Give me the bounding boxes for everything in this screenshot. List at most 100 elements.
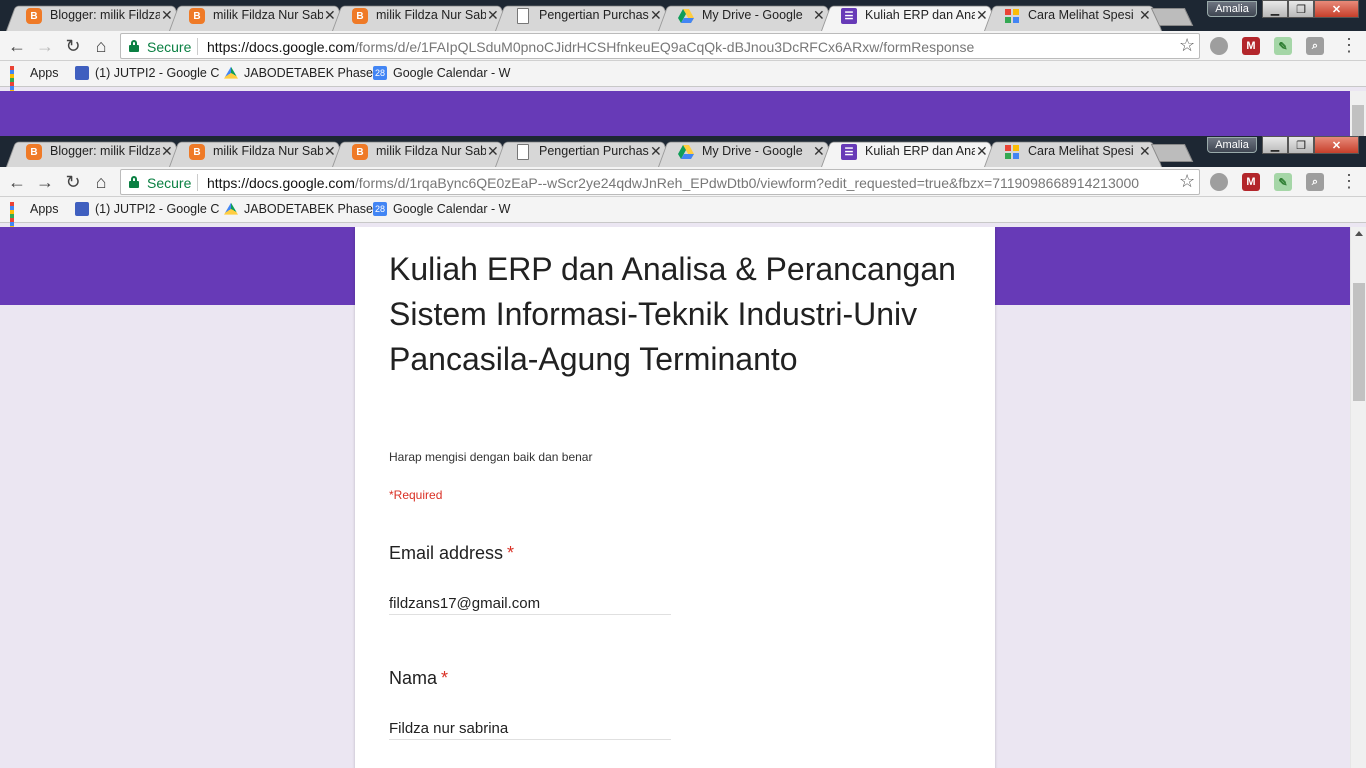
bookmark-jutpi[interactable]: (1) JUTPI2 - Google C [75,66,219,80]
tab-my-drive[interactable]: My Drive - Google ✕ [658,2,836,31]
forward-arrow-icon[interactable]: → [34,171,56,193]
url-path: /forms/d/1rqaBync6QE0zEaP--wScr2ye24qdwJ… [354,175,1140,191]
email-value: fildzans17@gmail.com [389,595,541,612]
window-close-button[interactable]: ✕ [1314,136,1359,154]
secure-label: Secure [147,175,192,191]
question-email-label: Email address * [389,543,514,564]
bookmark-jabodetabek[interactable]: JABODETABEK Phase [224,202,373,216]
nama-field[interactable]: Fildza nur sabrina [389,718,671,740]
home-icon[interactable]: ⌂ [90,35,112,57]
calendar-icon: 28 [373,202,387,216]
scrollbar-thumb[interactable] [1352,105,1364,136]
drive-icon [678,144,694,160]
tab-title: Pengertian Purchas [539,8,649,22]
tab-close-icon[interactable]: ✕ [1139,143,1151,159]
tab-milik-fildza[interactable]: Bmilik Fildza Nur Sab ✕ [169,2,347,31]
minimize-button[interactable]: ▁ [1262,136,1288,154]
bookmark-jabodetabek[interactable]: JABODETABEK Phase [224,66,373,80]
forward-arrow-icon[interactable]: → [34,35,56,57]
tab-kuliah-erp[interactable]: ☰ Kuliah ERP dan Ana ✕ [821,2,999,31]
tab-title: milik Fildza Nur Sab [376,8,486,22]
form-description: Harap mengisi dengan baik dan benar [389,450,593,464]
bookmark-apps[interactable]: Apps [10,66,59,102]
tab-title: Kuliah ERP dan Ana [865,144,975,158]
divider [197,174,198,191]
tab-title: Cara Melihat Spesi [1028,8,1134,22]
bookmark-label: JABODETABEK Phase [244,202,373,216]
new-tab-button[interactable] [1150,144,1194,162]
scrollbar[interactable] [1350,91,1366,136]
clip-extension-icon[interactable]: ✎ [1274,37,1292,55]
url-text[interactable]: https://docs.google.com/forms/d/e/1FAIpQ… [207,39,1167,55]
address-bar[interactable]: Secure https://docs.google.com/forms/d/e… [120,33,1200,59]
maximize-button[interactable]: ❐ [1288,0,1314,18]
tab-kuliah-erp[interactable]: ☰ Kuliah ERP dan Ana ✕ [821,138,999,167]
grid-icon [1004,8,1020,24]
minimize-button[interactable]: ▁ [1262,0,1288,18]
maximize-button[interactable]: ❐ [1288,136,1314,154]
blogger-icon: B [26,8,42,24]
scrollbar[interactable] [1350,227,1366,768]
profile-button[interactable]: Amalia [1207,1,1257,17]
scrollbar-thumb[interactable] [1353,283,1365,401]
tab-milik-fildza-2[interactable]: Bmilik Fildza Nur Sab ✕ [332,2,510,31]
reload-icon[interactable]: ↻ [62,35,84,57]
tab-close-icon[interactable]: ✕ [1139,7,1151,23]
jutpi-icon [75,66,89,80]
bookmark-calendar[interactable]: 28 Google Calendar - W [373,66,510,80]
secure-label: Secure [147,39,192,55]
tab-blogger[interactable]: B Blogger: milik Fildza ✕ [6,2,184,31]
mendeley-icon[interactable]: M [1242,173,1260,191]
window-close-button[interactable]: ✕ [1314,0,1359,18]
tab-pengertian[interactable]: Pengertian Purchas ✕ [495,2,673,31]
bookmark-apps[interactable]: Apps [10,202,59,238]
bookmark-label: Apps [30,66,59,80]
question-nama-label: Nama * [389,668,448,689]
new-tab-button[interactable] [1150,8,1194,26]
grid-icon [1004,144,1020,160]
blogger-icon: B [189,144,205,160]
bookmark-star-icon[interactable]: ☆ [1179,35,1195,56]
address-bar[interactable]: Secure https://docs.google.com/forms/d/1… [120,169,1200,195]
home-icon[interactable]: ⌂ [90,171,112,193]
required-note: *Required [389,488,443,502]
tab-milik-fildza-2[interactable]: Bmilik Fildza Nur Sab ✕ [332,138,510,167]
form-card: Kuliah ERP dan Analisa & Perancangan Sis… [355,227,995,768]
email-field[interactable]: fildzans17@gmail.com [389,593,671,615]
menu-icon[interactable]: ⋮ [1340,171,1358,192]
apps-grid-icon [10,66,24,102]
clip-extension-icon[interactable]: ✎ [1274,173,1292,191]
forms-icon: ☰ [841,8,857,24]
back-arrow-icon[interactable]: ← [6,171,28,193]
back-arrow-icon[interactable]: ← [6,35,28,57]
bookmark-label: Apps [30,202,59,216]
bookmark-jutpi[interactable]: (1) JUTPI2 - Google C [75,202,219,216]
required-asterisk: * [441,668,449,688]
tab-milik-fildza[interactable]: Bmilik Fildza Nur Sab ✕ [169,138,347,167]
window-controls: ▁ ❐ ✕ [1262,136,1359,154]
bookmark-star-icon[interactable]: ☆ [1179,171,1195,192]
tab-blogger[interactable]: B Blogger: milik Fildza ✕ [6,138,184,167]
tab-title: Pengertian Purchas [539,144,649,158]
search-extension-icon[interactable]: ⌕ [1306,37,1324,55]
mendeley-icon[interactable]: M [1242,37,1260,55]
tab-title: Blogger: milik Fildza [50,144,160,158]
bookmark-calendar[interactable]: 28 Google Calendar - W [373,202,510,216]
scroll-up-arrow-icon[interactable] [1355,231,1363,236]
tab-my-drive[interactable]: My Drive - Google ✕ [658,138,836,167]
tab-strip: B Blogger: milik Fildza ✕ Bmilik Fildza Nu… [0,136,1366,167]
tab-pengertian[interactable]: Pengertian Purchas ✕ [495,138,673,167]
tab-cara-melihat[interactable]: Cara Melihat Spesi ✕ [984,138,1162,167]
browser-window-top: B Blogger: milik Fildza ✕ Bmilik Fildza Nu… [0,0,1366,102]
search-extension-icon[interactable]: ⌕ [1306,173,1324,191]
tab-cara-melihat[interactable]: Cara Melihat Spesi ✕ [984,2,1162,31]
profile-button[interactable]: Amalia [1207,137,1257,153]
extension-icon[interactable] [1210,173,1228,191]
drive-icon [224,66,238,79]
menu-icon[interactable]: ⋮ [1340,35,1358,56]
extension-icon[interactable] [1210,37,1228,55]
bookmarks-bar: Apps (1) JUTPI2 - Google C JABODETABEK P… [0,61,1366,102]
bookmark-label: (1) JUTPI2 - Google C [95,66,220,80]
url-text[interactable]: https://docs.google.com/forms/d/1rqaBync… [207,175,1167,191]
reload-icon[interactable]: ↻ [62,171,84,193]
